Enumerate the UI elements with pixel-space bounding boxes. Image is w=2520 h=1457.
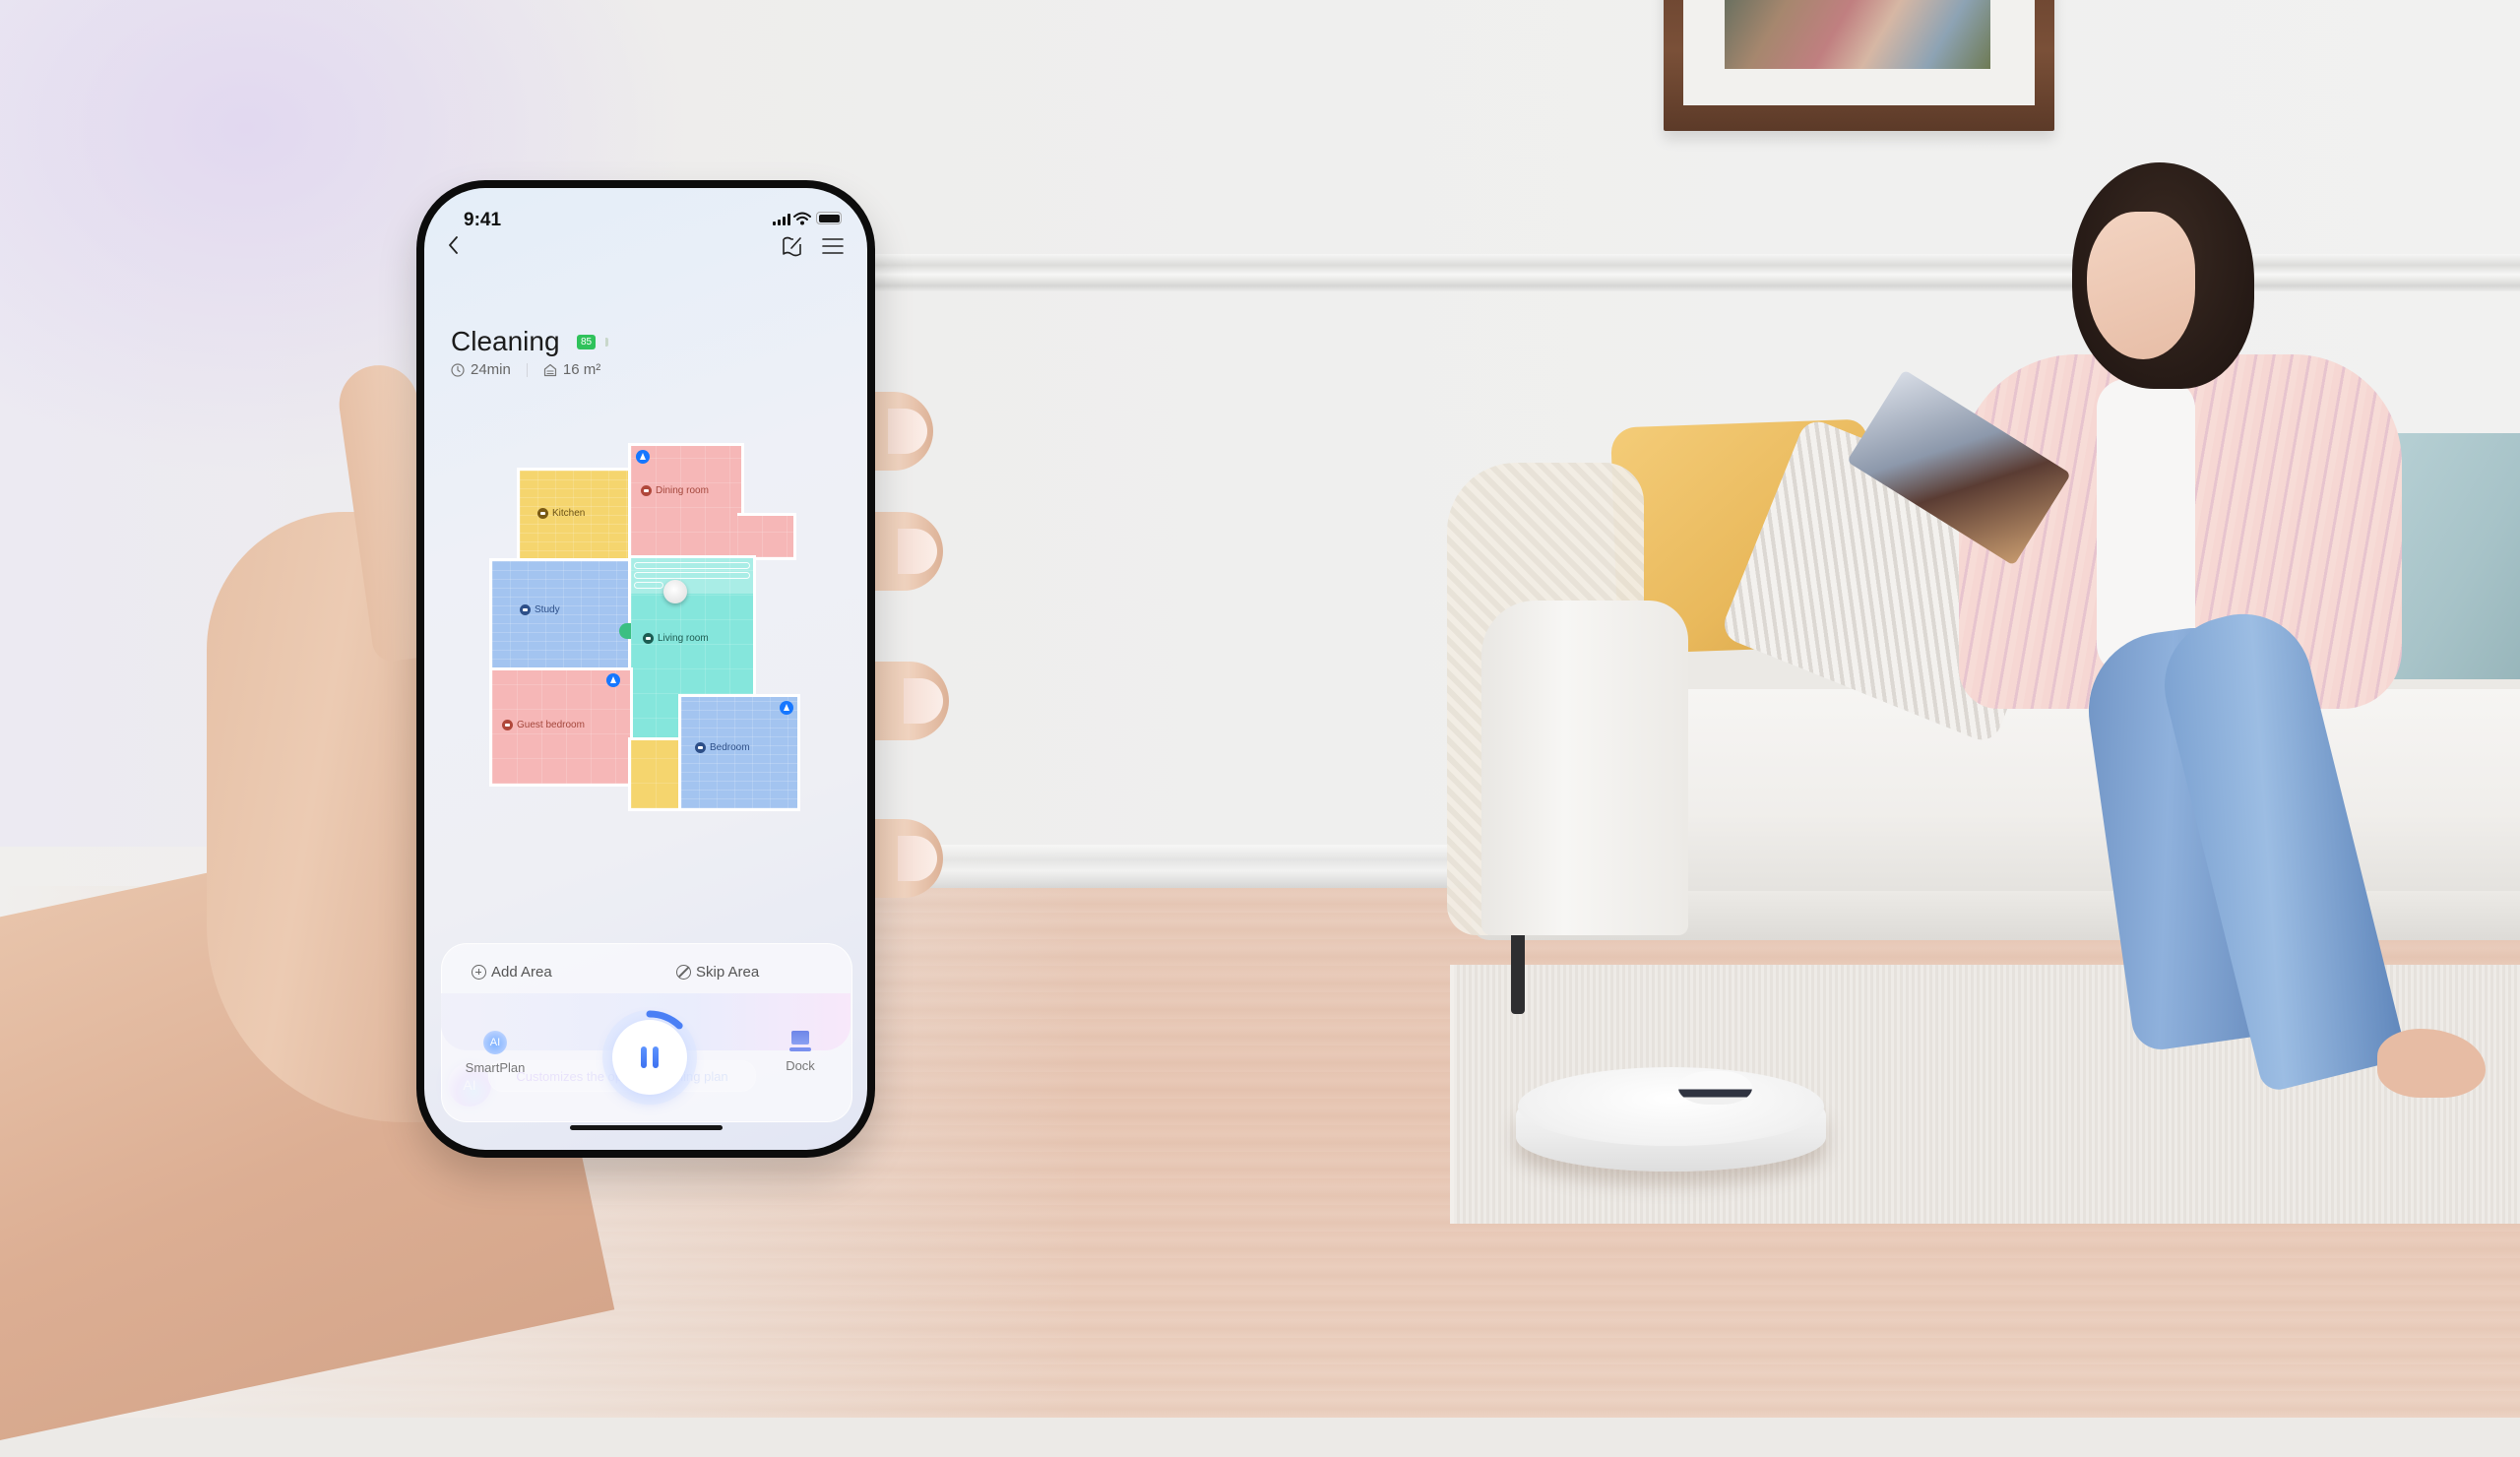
- ai-smartplan-icon: AI: [483, 1031, 507, 1054]
- fingernail: [888, 409, 927, 454]
- room-label-dining-room: Dining room: [641, 485, 709, 496]
- progress-arc: [646, 1010, 683, 1030]
- room-label-kitchen: Kitchen: [537, 508, 585, 519]
- add-area-label: Add Area: [491, 964, 552, 981]
- sofa-arm: [1481, 601, 1688, 935]
- pin-icon[interactable]: [606, 673, 620, 687]
- study-icon: [520, 604, 531, 615]
- smartplan-icon-label: AI: [489, 1037, 501, 1048]
- progress-ring: [646, 1010, 683, 1030]
- room-bedroom[interactable]: Bedroom: [678, 694, 800, 811]
- robot-vacuum-lidar: [1678, 1071, 1752, 1105]
- door-marker-icon: [619, 623, 631, 639]
- dining-icon: [641, 485, 652, 496]
- skip-area-button[interactable]: Skip Area: [676, 964, 759, 981]
- room-dining-room-extension[interactable]: [737, 513, 796, 560]
- robot-position-icon: [663, 580, 687, 603]
- phone-screen: 9:41 Cleaning 85 24min 16 m² Kitchen Din…: [424, 188, 867, 1150]
- fingernail: [898, 836, 937, 881]
- room-name: Guest bedroom: [517, 720, 585, 730]
- room-study[interactable]: Study: [489, 558, 633, 671]
- plus-circle-icon: [472, 965, 486, 980]
- room-label-living-room: Living room: [643, 633, 709, 644]
- sofa-leg: [1511, 935, 1525, 1014]
- nav-dock-label: Dock: [786, 1058, 815, 1073]
- cleaning-path: [634, 582, 663, 589]
- nav-smartplan[interactable]: AI SmartPlan: [466, 1031, 525, 1075]
- room-name: Bedroom: [710, 742, 750, 753]
- bedroom-icon: [695, 742, 706, 753]
- room-guest-bedroom[interactable]: Guest bedroom: [489, 667, 633, 787]
- cleaning-path: [634, 572, 750, 579]
- pause-button[interactable]: [612, 1010, 687, 1095]
- woman-face: [2087, 212, 2195, 359]
- room-name: Study: [535, 604, 560, 615]
- room-label-guest-bedroom: Guest bedroom: [502, 720, 585, 730]
- room-name: Living room: [658, 633, 709, 644]
- nav-dock[interactable]: Dock: [771, 1031, 830, 1073]
- room-label-study: Study: [520, 604, 560, 615]
- pin-icon[interactable]: [780, 701, 793, 715]
- dock-icon: [789, 1031, 811, 1052]
- room-label-bedroom: Bedroom: [695, 742, 750, 753]
- fingernail: [898, 529, 937, 574]
- robot-vacuum-top: [1518, 1067, 1824, 1146]
- kitchen-icon: [537, 508, 548, 519]
- chair-rail-moulding: [866, 254, 2520, 291]
- picture-mat: [1683, 0, 2035, 105]
- picture-frame: [1664, 0, 2054, 131]
- smartphone: 9:41 Cleaning 85 24min 16 m² Kitchen Din…: [416, 180, 875, 1158]
- room-dining-room[interactable]: Dining room: [628, 443, 744, 560]
- painting: [1725, 0, 1990, 69]
- prohibit-icon: [676, 965, 691, 980]
- pin-icon[interactable]: [636, 450, 650, 464]
- fingernail: [904, 678, 943, 724]
- guest-bedroom-icon: [502, 720, 513, 730]
- robot-vacuum: [1516, 1061, 1826, 1177]
- nav-smartplan-label: SmartPlan: [465, 1060, 526, 1075]
- skip-area-label: Skip Area: [696, 964, 760, 981]
- living-room-icon: [643, 633, 654, 644]
- room-kitchen[interactable]: Kitchen: [517, 468, 633, 563]
- room-name: Dining room: [656, 485, 709, 496]
- add-area-button[interactable]: Add Area: [472, 964, 552, 981]
- room-name: Kitchen: [552, 508, 586, 519]
- home-indicator[interactable]: [570, 1125, 723, 1130]
- room-unlabeled[interactable]: [628, 737, 683, 811]
- cleaning-path: [634, 562, 750, 569]
